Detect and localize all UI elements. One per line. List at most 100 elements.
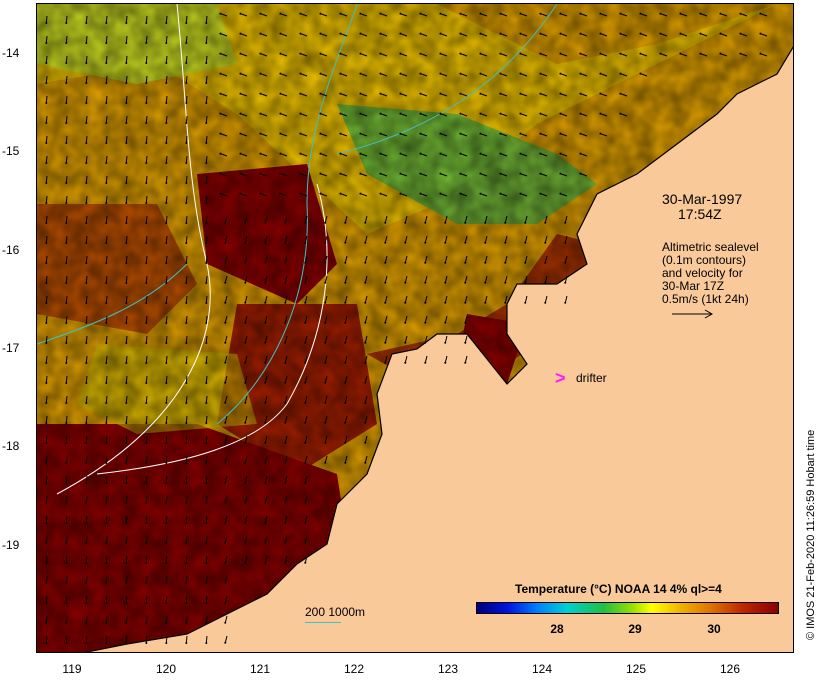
velocity-vector-head xyxy=(444,281,447,284)
velocity-vector-head xyxy=(519,132,522,135)
velocity-vector-head xyxy=(359,132,362,135)
velocity-vector-head xyxy=(145,381,148,384)
velocity-vector xyxy=(85,155,88,164)
velocity-vector-head xyxy=(539,12,542,15)
velocity-vector xyxy=(85,15,88,24)
velocity-vector-head xyxy=(224,381,227,384)
velocity-vector-head xyxy=(185,421,188,424)
velocity-vector xyxy=(65,15,68,24)
velocity-vector-head xyxy=(304,561,307,564)
velocity-vector-head xyxy=(404,261,407,264)
velocity-vector-head xyxy=(125,601,128,604)
velocity-vector-head xyxy=(145,181,148,184)
colorbar-tick-28: 28 xyxy=(550,622,564,636)
velocity-vector-head xyxy=(499,192,502,195)
velocity-vector-head xyxy=(499,52,502,55)
velocity-vector-head xyxy=(125,21,128,24)
image-time: 17:54Z xyxy=(678,206,722,222)
velocity-vector xyxy=(105,95,108,104)
velocity-vector-head xyxy=(579,12,582,15)
velocity-vector-head xyxy=(284,281,287,284)
velocity-vector-head xyxy=(185,221,188,224)
velocity-vector-head xyxy=(359,192,362,195)
velocity-vector-head xyxy=(224,421,227,424)
velocity-vector-head xyxy=(65,361,68,364)
velocity-vector xyxy=(205,595,208,604)
velocity-vector xyxy=(205,495,208,504)
velocity-vector-head xyxy=(419,92,422,95)
velocity-vector-head xyxy=(499,172,502,175)
velocity-vector-head xyxy=(619,112,622,115)
velocity-vector-head xyxy=(404,361,407,364)
velocity-vector xyxy=(45,175,48,184)
velocity-vector xyxy=(45,475,48,484)
velocity-vector-head xyxy=(185,181,188,184)
velocity-vector-head xyxy=(319,92,322,95)
velocity-vector-head xyxy=(105,181,108,184)
velocity-vector xyxy=(105,175,108,184)
velocity-vector xyxy=(125,95,128,104)
velocity-vector xyxy=(85,115,88,124)
velocity-vector-head xyxy=(45,121,48,124)
velocity-vector-head xyxy=(319,192,322,195)
velocity-vector-head xyxy=(105,321,108,324)
velocity-vector-head xyxy=(304,241,307,244)
velocity-vector-head xyxy=(259,152,262,155)
velocity-vector-head xyxy=(339,32,342,35)
velocity-vector-head xyxy=(304,481,307,484)
velocity-vector-head xyxy=(384,261,387,264)
velocity-vector xyxy=(125,115,128,124)
velocity-vector-head xyxy=(219,152,222,155)
lon-label-122: 122 xyxy=(343,662,365,676)
velocity-vector-head xyxy=(404,321,407,324)
velocity-vector-head xyxy=(85,441,88,444)
velocity-vector-head xyxy=(65,501,68,504)
velocity-vector xyxy=(205,575,208,584)
velocity-vector-head xyxy=(259,12,262,15)
velocity-vector xyxy=(45,75,48,84)
velocity-vector-head xyxy=(519,152,522,155)
velocity-vector-head xyxy=(65,201,68,204)
velocity-vector-head xyxy=(264,541,267,544)
velocity-vector xyxy=(45,635,48,644)
velocity-vector xyxy=(105,255,108,264)
velocity-vector-head xyxy=(264,341,267,344)
velocity-vector-head xyxy=(145,441,148,444)
velocity-vector-head xyxy=(105,561,108,564)
velocity-vector-head xyxy=(125,101,128,104)
velocity-vector-head xyxy=(279,92,282,95)
velocity-vector xyxy=(85,415,88,424)
velocity-vector-head xyxy=(539,72,542,75)
velocity-vector-head xyxy=(185,501,188,504)
velocity-vector-head xyxy=(504,221,507,224)
velocity-vector xyxy=(105,35,108,44)
velocity-vector-head xyxy=(219,172,222,175)
velocity-vector-head xyxy=(559,112,562,115)
colorbar-title: Temperature (°C) NOAA 14 4% ql>=4 xyxy=(515,582,722,596)
velocity-vector-head xyxy=(484,281,487,284)
velocity-vector-head xyxy=(639,52,642,55)
velocity-vector xyxy=(85,135,88,144)
velocity-vector-head xyxy=(185,161,188,164)
velocity-vector-head xyxy=(564,221,567,224)
velocity-vector-head xyxy=(165,201,168,204)
velocity-vector-head xyxy=(165,61,168,64)
velocity-vector-head xyxy=(659,12,662,15)
velocity-vector-head xyxy=(344,461,347,464)
velocity-vector-head xyxy=(324,421,327,424)
velocity-vector xyxy=(125,295,128,304)
velocity-vector-head xyxy=(205,341,208,344)
velocity-vector-head xyxy=(244,541,247,544)
velocity-vector xyxy=(125,455,128,464)
velocity-vector-head xyxy=(185,261,188,264)
velocity-vector xyxy=(85,275,88,284)
velocity-vector-head xyxy=(45,501,48,504)
velocity-vector xyxy=(85,535,88,544)
velocity-vector-head xyxy=(699,32,702,35)
velocity-vector-head xyxy=(259,132,262,135)
velocity-vector-head xyxy=(224,481,227,484)
velocity-vector-head xyxy=(519,112,522,115)
velocity-vector-head xyxy=(379,72,382,75)
velocity-vector-head xyxy=(85,21,88,24)
velocity-vector-head xyxy=(65,121,68,124)
